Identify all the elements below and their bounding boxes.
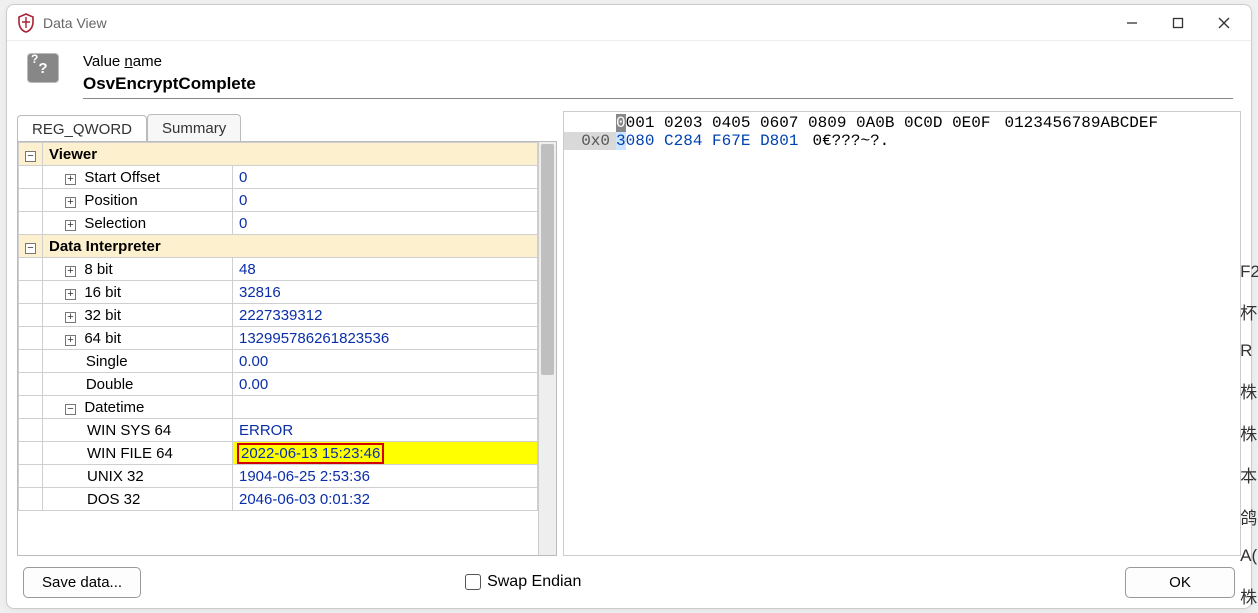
data-view-window: Data View ? Value name REG_QWORD Summary (6, 4, 1252, 609)
help-icon[interactable]: ? (27, 53, 59, 83)
swap-endian-checkbox[interactable]: Swap Endian (465, 573, 581, 591)
hex-bytes[interactable]: 3080 C284 F67E D801 (616, 132, 798, 150)
maximize-icon (1172, 17, 1184, 29)
value-name-input[interactable] (83, 72, 1233, 99)
row-16-bit[interactable]: + 16 bit32816 (19, 281, 538, 304)
row-8-bit[interactable]: + 8 bit48 (19, 258, 538, 281)
row-win-sys-64[interactable]: WIN SYS 64ERROR (19, 419, 538, 442)
minimize-button[interactable] (1109, 8, 1155, 38)
section-interpreter[interactable]: − Data Interpreter (19, 235, 538, 258)
titlebar: Data View (7, 5, 1251, 41)
row-unix-32[interactable]: UNIX 321904-06-25 2:53:36 (19, 465, 538, 488)
header: ? Value name (7, 41, 1251, 103)
scroll-thumb[interactable] (541, 144, 554, 375)
minimize-icon (1126, 17, 1138, 29)
hex-offset: 0x0 (564, 132, 616, 150)
app-shield-icon (17, 13, 35, 33)
row-32-bit[interactable]: + 32 bit2227339312 (19, 304, 538, 327)
close-icon (1218, 17, 1230, 29)
section-viewer[interactable]: − Viewer (19, 143, 538, 166)
tabstrip: REG_QWORD Summary (17, 111, 557, 141)
checkbox-icon (465, 574, 481, 590)
window-title: Data View (43, 15, 107, 31)
tab-summary[interactable]: Summary (147, 114, 241, 141)
row-datetime[interactable]: − Datetime (19, 396, 538, 419)
row-dos-32[interactable]: DOS 322046-06-03 0:01:32 (19, 488, 538, 511)
row-64-bit[interactable]: + 64 bit132995786261823536 (19, 327, 538, 350)
tab-reg-qword[interactable]: REG_QWORD (17, 115, 147, 142)
ok-button[interactable]: OK (1125, 567, 1235, 598)
close-button[interactable] (1201, 8, 1247, 38)
row-position[interactable]: + Position0 (19, 189, 538, 212)
hex-ascii: 0€???~?. (798, 132, 889, 150)
row-win-file-64[interactable]: WIN FILE 642022-06-13 15:23:46 (19, 442, 538, 465)
value-name-label: Value name (83, 53, 1233, 70)
row-double[interactable]: Double0.00 (19, 373, 538, 396)
row-start-offset[interactable]: + Start Offset0 (19, 166, 538, 189)
save-data-button[interactable]: Save data... (23, 567, 141, 598)
row-selection[interactable]: + Selection0 (19, 212, 538, 235)
maximize-button[interactable] (1155, 8, 1201, 38)
property-tree[interactable]: − Viewer + Start Offset0+ Position0+ Sel… (18, 142, 538, 555)
row-single[interactable]: Single0.00 (19, 350, 538, 373)
tree-scrollbar[interactable] (538, 142, 556, 555)
footer: Save data... Swap Endian OK (7, 556, 1251, 608)
hex-view[interactable]: 0001 0203 0405 0607 0809 0A0B 0C0D 0E0F … (563, 111, 1241, 556)
